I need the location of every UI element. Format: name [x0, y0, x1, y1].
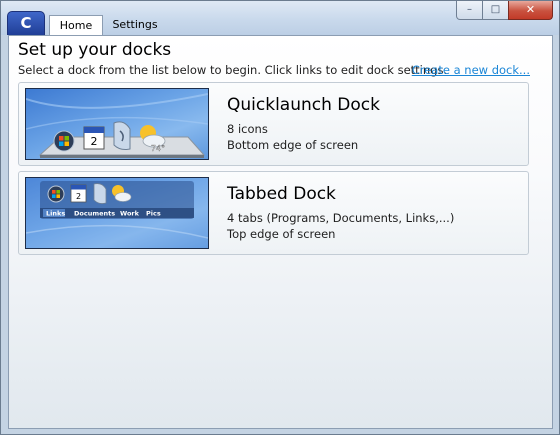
preview-tab-links: Links: [46, 210, 65, 218]
dock-position: Bottom edge of screen: [227, 138, 359, 152]
quicklaunch-dock-preview[interactable]: 2 74°: [25, 88, 209, 160]
create-dock-link[interactable]: Create a new dock...: [412, 63, 530, 77]
preview-tab-work: Work: [120, 210, 140, 218]
quicklaunch-preview-art: 2 74°: [26, 93, 208, 158]
finder-face-icon: [93, 183, 107, 204]
calendar-icon: 2: [83, 126, 105, 150]
preview-tab-documents: Documents: [74, 210, 115, 218]
dock-detail: 4 tabs (Programs, Documents, Links,...): [227, 211, 455, 225]
tabbed-dock-preview[interactable]: 2 Links Documents Work Pics: [25, 177, 209, 249]
weather-temp-text: 74°: [151, 144, 165, 153]
tab-settings[interactable]: Settings: [107, 15, 163, 35]
dock-item-tabbed[interactable]: 2 Links Documents Work Pics Tabbed Dock …: [18, 171, 529, 255]
windows-start-icon: [53, 130, 75, 152]
dock-name[interactable]: Quicklaunch Dock: [227, 95, 380, 115]
calendar-day-text: 2: [76, 192, 81, 201]
title-bar: C Home Settings – □ ✕: [1, 1, 559, 35]
finder-face-icon: [113, 121, 131, 150]
tabbed-preview-art: 2 Links Documents Work Pics: [26, 178, 208, 248]
calendar-icon: 2: [70, 184, 87, 203]
calendar-day-text: 2: [91, 135, 98, 148]
minimize-button[interactable]: –: [456, 1, 483, 20]
preview-tab-pics: Pics: [146, 210, 161, 218]
app-window: C Home Settings – □ ✕ Set up your docks …: [0, 0, 560, 435]
maximize-button[interactable]: □: [482, 1, 509, 20]
home-panel: Set up your docks Select a dock from the…: [8, 35, 553, 429]
tab-home[interactable]: Home: [49, 15, 103, 35]
instructions-text: Select a dock from the list below to beg…: [18, 63, 448, 77]
page-title: Set up your docks: [18, 40, 172, 60]
windows-start-icon: [47, 185, 65, 203]
dock-item-quicklaunch[interactable]: 2 74° Quicklaunch Dock 8 icons Bottom ed…: [18, 82, 529, 166]
close-button[interactable]: ✕: [508, 1, 553, 20]
dock-name[interactable]: Tabbed Dock: [227, 184, 336, 204]
dock-position: Top edge of screen: [227, 227, 336, 241]
dock-detail: 8 icons: [227, 122, 268, 136]
app-logo-icon[interactable]: C: [7, 11, 45, 35]
